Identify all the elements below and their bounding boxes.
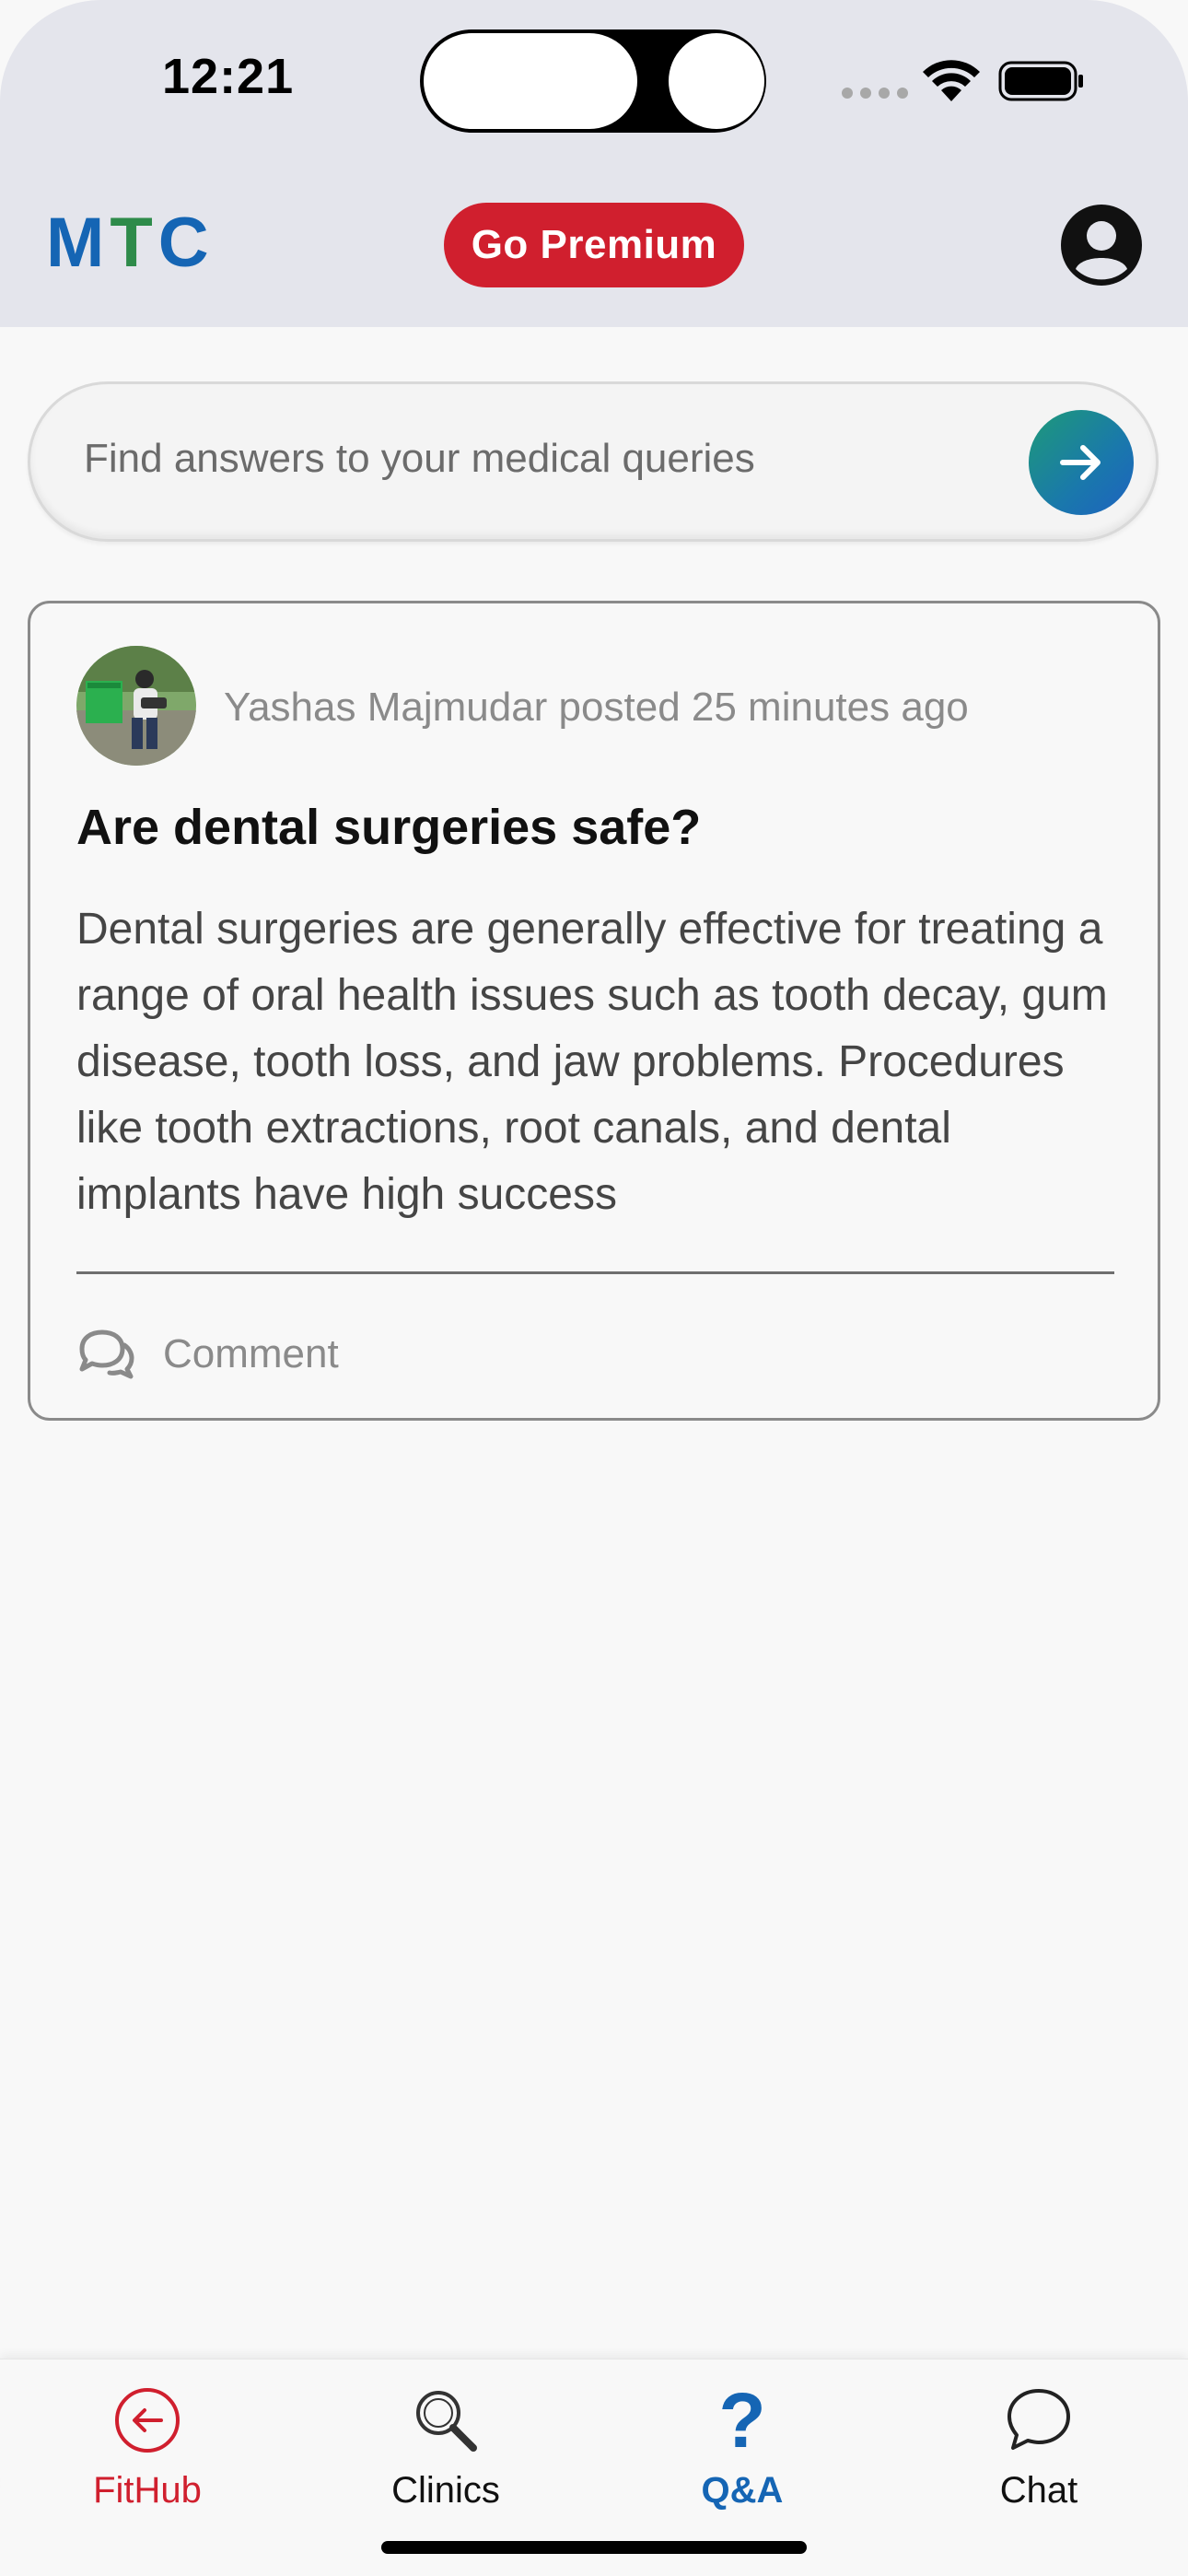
island-pill (424, 33, 637, 129)
author-avatar[interactable] (76, 646, 196, 766)
chat-bubble-icon (1002, 2383, 1076, 2457)
nav-label-fithub: FitHub (93, 2470, 202, 2511)
post-title[interactable]: Are dental surgeries safe? (76, 799, 701, 856)
island-dot (669, 33, 764, 129)
post-divider (76, 1271, 1114, 1274)
nav-label-chat: Chat (999, 2470, 1078, 2511)
nav-item-qa[interactable]: ? Q&A (632, 2377, 853, 2540)
post-card[interactable]: Yashas Majmudar posted 25 minutes ago Ar… (28, 601, 1160, 1421)
post-body: Dental surgeries are generally effective… (76, 905, 1108, 1219)
profile-icon[interactable] (1059, 203, 1144, 287)
search-bar[interactable]: Find answers to your medical queries (28, 381, 1159, 542)
comment-label: Comment (163, 1331, 339, 1376)
status-time: 12:21 (162, 49, 295, 104)
home-indicator[interactable] (381, 2541, 807, 2554)
go-premium-button[interactable]: Go Premium (444, 203, 744, 287)
nav-label-qa: Q&A (701, 2470, 784, 2511)
logo-letter-t: T (110, 204, 158, 282)
back-circle-icon (111, 2383, 184, 2457)
top-area: 12:21 MTC Go Premium (0, 0, 1188, 327)
question-mark-icon: ? (718, 2377, 766, 2464)
search-icon (409, 2383, 483, 2457)
app-logo: MTC (46, 206, 215, 280)
nav-item-clinics[interactable]: Clinics (335, 2383, 556, 2540)
nav-item-chat[interactable]: Chat (928, 2383, 1149, 2540)
dynamic-island (420, 29, 766, 133)
nav-item-fithub[interactable]: FitHub (37, 2383, 258, 2540)
search-input[interactable]: Find answers to your medical queries (84, 436, 755, 482)
wifi-icon (923, 60, 980, 101)
logo-letter-m: M (46, 204, 111, 282)
comment-button[interactable]: Comment (76, 1322, 339, 1387)
comments-icon (79, 1329, 134, 1379)
cellular-signal-icon (842, 88, 908, 99)
phone-screen: 12:21 MTC Go Premium Find answers to you… (0, 0, 1188, 2576)
battery-icon (998, 61, 1083, 101)
post-meta: Yashas Majmudar posted 25 minutes ago (224, 685, 969, 730)
arrow-right-icon (1060, 445, 1101, 480)
logo-letter-c: C (157, 204, 215, 282)
search-submit-button[interactable] (1029, 410, 1134, 515)
nav-label-clinics: Clinics (391, 2470, 500, 2511)
